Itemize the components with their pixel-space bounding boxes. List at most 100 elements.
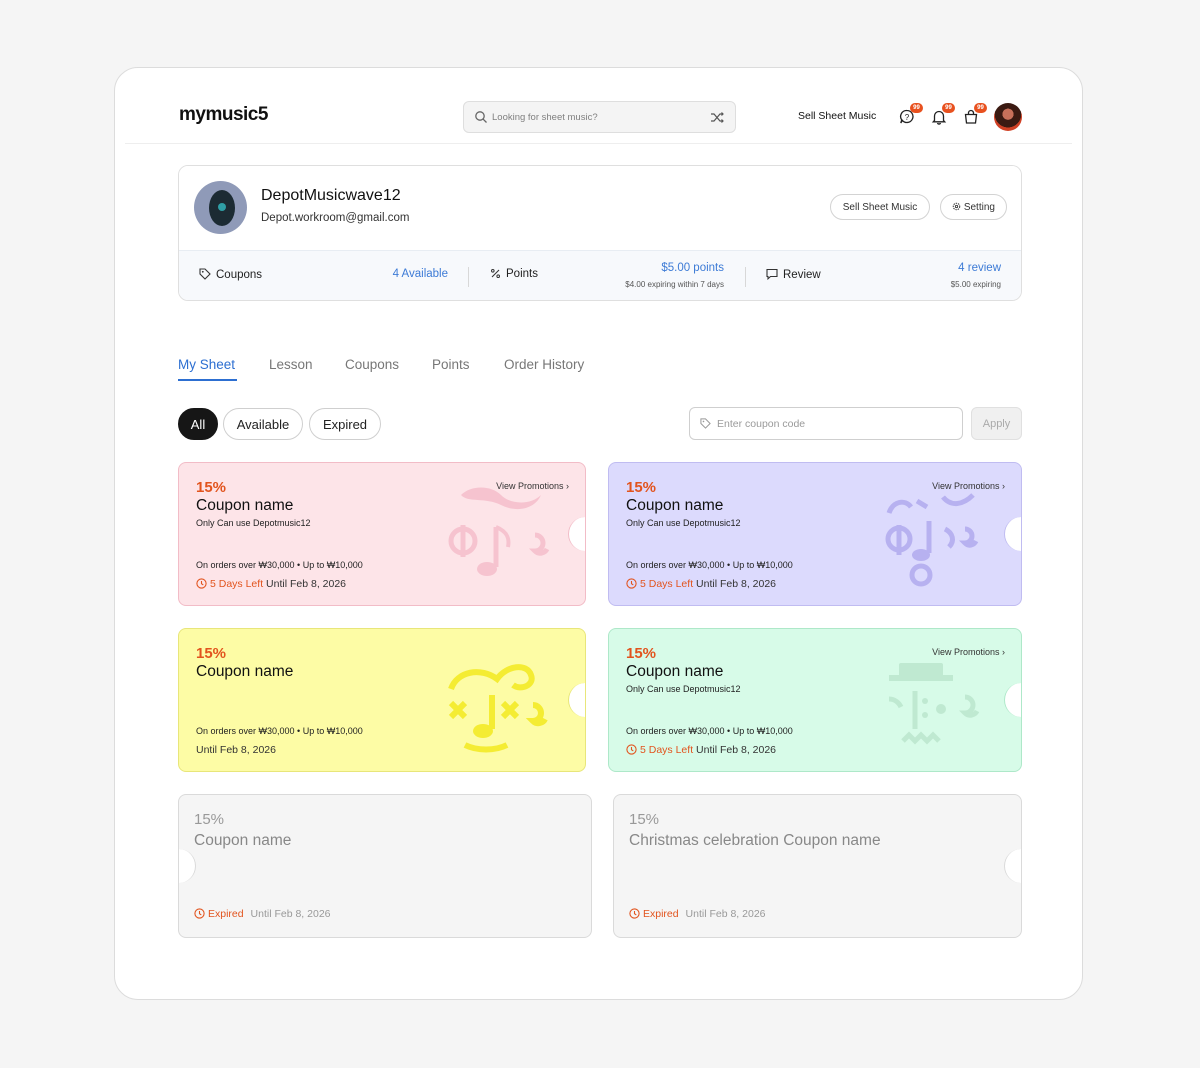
coupon-conditions: On orders over ₩30,000 • Up to ₩10,000	[626, 726, 793, 736]
filter-all[interactable]: All	[178, 408, 218, 440]
user-avatar[interactable]	[994, 103, 1022, 131]
tab-order-history[interactable]: Order History	[504, 357, 584, 372]
coupon-code-field[interactable]	[689, 407, 963, 440]
coupon-card-expired[interactable]: 15% Coupon name Expired Until Feb 8, 202…	[178, 794, 592, 938]
until-date: Until Feb 8, 2026	[696, 744, 777, 756]
coupon-validity: Expired Until Feb 8, 2026	[629, 908, 766, 920]
tag-icon	[199, 268, 211, 280]
days-left: 5 Days Left	[640, 578, 694, 590]
music-face-art	[888, 663, 980, 745]
tag-icon	[700, 418, 711, 429]
setting-button[interactable]: Setting	[940, 194, 1007, 220]
profile-email: Depot.workroom@gmail.com	[261, 212, 410, 224]
logo[interactable]: mymusic5	[179, 104, 268, 126]
clock-icon	[629, 908, 640, 919]
view-promotions-link[interactable]: View Promotions ›	[932, 481, 1005, 491]
search-icon	[475, 111, 487, 123]
comment-icon	[766, 268, 778, 281]
days-left: 5 Days Left	[640, 744, 694, 756]
filter-expired[interactable]: Expired	[309, 408, 381, 440]
help-chat-icon[interactable]: ? 99	[899, 103, 923, 125]
coupon-conditions: On orders over ₩30,000 • Up to ₩10,000	[626, 560, 793, 570]
until-date: Until Feb 8, 2026	[696, 578, 777, 590]
tab-points[interactable]: Points	[432, 357, 470, 372]
tab-my-sheet[interactable]: My Sheet	[178, 357, 235, 372]
stat-points-value[interactable]: $5.00 points	[661, 262, 724, 274]
stat-coupons-label: Coupons	[199, 268, 262, 281]
coupon-name: Coupon name	[196, 497, 294, 514]
stat-coupons-value[interactable]: 4 Available	[393, 268, 448, 280]
coupon-card[interactable]: 15% Coupon name Only Can use Depotmusic1…	[608, 462, 1022, 606]
music-face-art	[448, 664, 548, 753]
stat-review-sub: $5.00 expiring	[950, 280, 1001, 289]
clock-icon	[194, 908, 205, 919]
svg-text:?: ?	[905, 113, 910, 122]
bell-icon[interactable]: 99	[931, 103, 955, 125]
clock-icon	[626, 744, 637, 755]
tab-coupons[interactable]: Coupons	[345, 357, 399, 372]
coupon-code-input[interactable]	[717, 408, 947, 439]
apply-button[interactable]: Apply	[971, 407, 1022, 440]
until-date: Until Feb 8, 2026	[685, 908, 766, 920]
ticket-notch	[1004, 683, 1021, 717]
days-left: 5 Days Left	[210, 578, 264, 590]
coupon-card[interactable]: 15% Coupon name Only Can use Depotmusic1…	[178, 462, 586, 606]
stat-points-label: Points	[490, 268, 538, 280]
coupon-validity: Until Feb 8, 2026	[196, 744, 276, 756]
coupon-name: Coupon name	[196, 663, 294, 680]
chevron-right-icon: ›	[1002, 481, 1005, 491]
coupon-card[interactable]: 15% Coupon name On orders over ₩30,000 •…	[178, 628, 586, 772]
expired-label: Expired	[643, 908, 679, 920]
setting-label: Setting	[963, 201, 995, 213]
clock-icon	[626, 578, 637, 589]
ticket-notch	[568, 517, 585, 551]
divider	[468, 267, 469, 287]
view-promotions-link[interactable]: View Promotions ›	[932, 647, 1005, 657]
expired-label: Expired	[208, 908, 244, 920]
coupon-percent: 15%	[196, 645, 227, 662]
filter-available[interactable]: Available	[223, 408, 303, 440]
until-date: Until Feb 8, 2026	[250, 908, 331, 920]
coupon-percent: 15%	[626, 645, 657, 662]
stat-review-value[interactable]: 4 review	[958, 262, 1001, 274]
chevron-right-icon: ›	[1002, 647, 1005, 657]
coupon-validity: Expired Until Feb 8, 2026	[194, 908, 331, 920]
stat-points-sub: $4.00 expiring within 7 days	[625, 280, 724, 289]
help-badge: 99	[910, 103, 923, 113]
chevron-right-icon: ›	[566, 481, 569, 491]
tab-lesson[interactable]: Lesson	[269, 357, 313, 372]
ticket-notch	[1004, 517, 1021, 551]
music-face-art	[885, 493, 979, 587]
ticket-notch	[179, 849, 196, 883]
sell-sheet-music-button[interactable]: Sell Sheet Music	[830, 194, 930, 220]
notification-badge: 99	[942, 103, 955, 113]
ticket-notch	[568, 683, 585, 717]
profile-avatar	[194, 181, 247, 234]
cart-icon[interactable]: 99	[963, 103, 987, 125]
profile-card: DepotMusicwave12 Depot.workroom@gmail.co…	[178, 165, 1022, 301]
coupon-name: Coupon name	[626, 663, 724, 680]
coupon-conditions: On orders over ₩30,000 • Up to ₩10,000	[196, 726, 363, 736]
profile-name: DepotMusicwave12	[261, 187, 401, 204]
search-bar[interactable]	[463, 101, 736, 133]
gear-icon	[952, 202, 961, 210]
coupon-name: Coupon name	[194, 832, 292, 849]
divider	[745, 267, 746, 287]
coupon-card-expired[interactable]: 15% Christmas celebration Coupon name Ex…	[613, 794, 1022, 938]
view-promotions-link[interactable]: View Promotions ›	[496, 481, 569, 491]
coupon-percent: 15%	[629, 811, 660, 828]
app-window: mymusic5 Sell Sheet Music ? 99 99 99 Dep…	[114, 67, 1083, 1000]
search-input[interactable]	[492, 102, 702, 132]
coupon-card[interactable]: 15% Coupon name Only Can use Depotmusic1…	[608, 628, 1022, 772]
coupon-name: Coupon name	[626, 497, 724, 514]
until-date: Until Feb 8, 2026	[196, 744, 276, 756]
shuffle-icon[interactable]	[710, 110, 725, 125]
ticket-notch	[1004, 849, 1021, 883]
coupon-percent: 15%	[194, 811, 225, 828]
sell-sheet-music-link[interactable]: Sell Sheet Music	[798, 110, 876, 122]
music-face-art	[448, 487, 550, 576]
active-tab-indicator	[178, 379, 237, 381]
coupon-percent: 15%	[196, 479, 227, 496]
coupon-validity: 5 Days Left Until Feb 8, 2026	[196, 578, 346, 590]
coupon-validity: 5 Days Left Until Feb 8, 2026	[626, 744, 776, 756]
